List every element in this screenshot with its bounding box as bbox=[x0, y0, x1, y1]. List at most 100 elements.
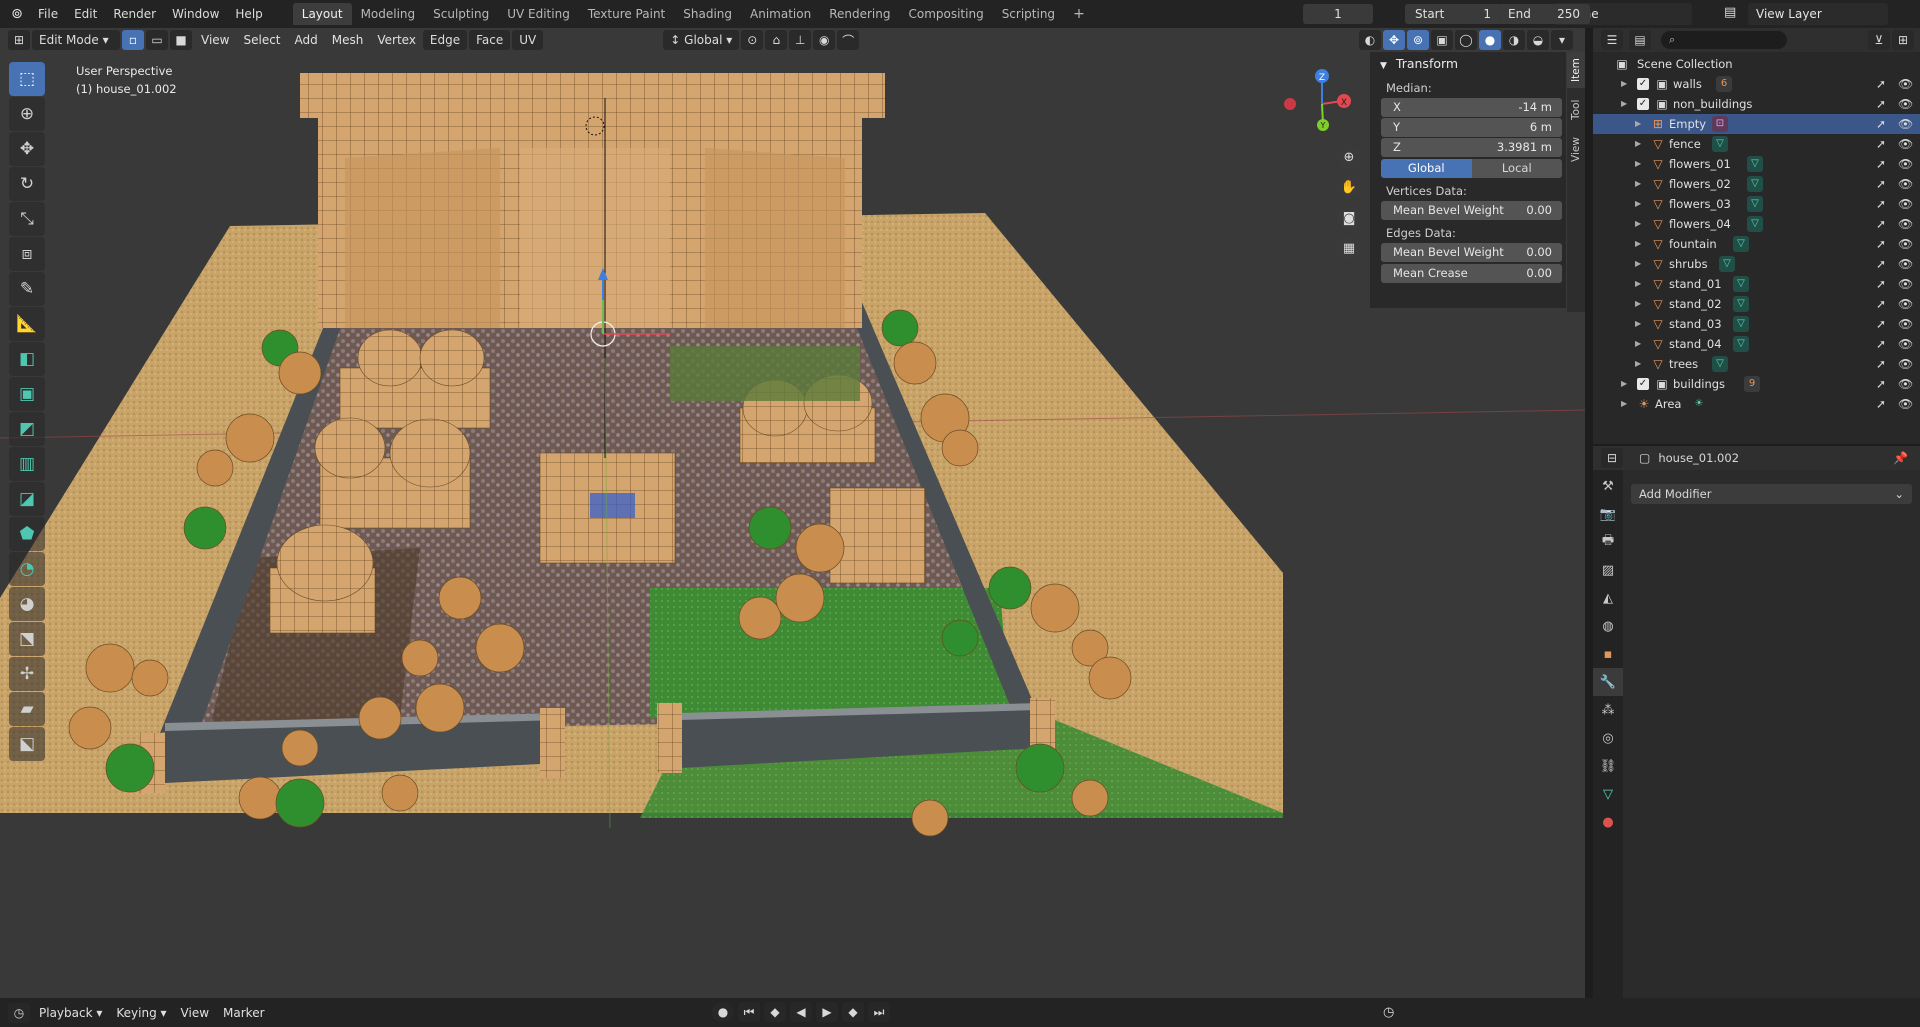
end-frame-field[interactable]: End 250 bbox=[1498, 4, 1590, 24]
start-frame-field[interactable]: Start 1 bbox=[1405, 4, 1501, 24]
outliner-row-flowers-02[interactable]: ▶ ▽ flowers_02 ▽ ➚ 👁 bbox=[1593, 174, 1920, 194]
transform-panel-header[interactable]: ▼ Transform bbox=[1370, 52, 1566, 76]
tab-layout[interactable]: Layout bbox=[292, 3, 352, 25]
outliner-row-empty[interactable]: ▶ ⊞ Empty ⊡ ➚ 👁 bbox=[1593, 114, 1920, 134]
expand-arrow-icon[interactable]: ▶ bbox=[1635, 334, 1641, 354]
mesh-data-icon[interactable]: ▽ bbox=[1593, 780, 1623, 808]
eye-icon[interactable]: 👁 bbox=[1898, 114, 1913, 134]
selectable-arrow-icon[interactable]: ➚ bbox=[1876, 354, 1886, 374]
eye-icon[interactable]: 👁 bbox=[1898, 154, 1913, 174]
eye-icon[interactable]: 👁 bbox=[1898, 294, 1913, 314]
expand-arrow-icon[interactable]: ▶ bbox=[1635, 274, 1641, 294]
particles-icon[interactable]: ⁂ bbox=[1593, 696, 1623, 724]
expand-arrow-icon[interactable]: ▶ bbox=[1635, 254, 1641, 274]
current-frame-field[interactable]: 1 bbox=[1303, 4, 1373, 24]
selectable-arrow-icon[interactable]: ➚ bbox=[1876, 114, 1886, 134]
eye-icon[interactable]: 👁 bbox=[1898, 94, 1913, 114]
selectable-arrow-icon[interactable]: ➚ bbox=[1876, 274, 1886, 294]
bevel-icon[interactable]: ◩ bbox=[9, 412, 45, 446]
outliner-row-flowers-03[interactable]: ▶ ▽ flowers_03 ▽ ➚ 👁 bbox=[1593, 194, 1920, 214]
proportional-edit-icon[interactable]: ◉ bbox=[813, 30, 836, 50]
menu-keying[interactable]: Keying ▾ bbox=[109, 1003, 173, 1023]
expand-arrow-icon[interactable]: ▶ bbox=[1635, 194, 1641, 214]
tab-view[interactable]: View bbox=[1567, 132, 1585, 168]
outliner-row-non-buildings[interactable]: ▶ ✓ ▣ non_buildings ➚ 👁 bbox=[1593, 94, 1920, 114]
outliner-row-stand-02[interactable]: ▶ ▽ stand_02 ▽ ➚ 👁 bbox=[1593, 294, 1920, 314]
tool-settings-icon[interactable]: ⚒ bbox=[1593, 472, 1623, 500]
expand-arrow-icon[interactable]: ▶ bbox=[1621, 74, 1627, 94]
properties-editor-icon[interactable]: ⊟ bbox=[1601, 448, 1623, 468]
eye-icon[interactable]: 👁 bbox=[1898, 394, 1913, 414]
menu-add[interactable]: Add bbox=[288, 30, 325, 50]
expand-arrow-icon[interactable]: ▶ bbox=[1621, 374, 1627, 394]
eye-icon[interactable]: 👁 bbox=[1898, 374, 1913, 394]
select-box-icon[interactable]: ⬚ bbox=[9, 62, 45, 96]
edge-slide-icon[interactable]: ⬔ bbox=[9, 622, 45, 656]
loop-cut-icon[interactable]: ▥ bbox=[9, 447, 45, 481]
view-layer-icon-tab[interactable]: ▨ bbox=[1593, 556, 1623, 584]
menu-vertex[interactable]: Vertex bbox=[370, 30, 423, 50]
spin-icon[interactable]: ◔ bbox=[9, 552, 45, 586]
outliner-row-fountain[interactable]: ▶ ▽ fountain ▽ ➚ 👁 bbox=[1593, 234, 1920, 254]
selectable-arrow-icon[interactable]: ➚ bbox=[1876, 334, 1886, 354]
rip-icon[interactable]: ⬕ bbox=[9, 727, 45, 761]
selectable-arrow-icon[interactable]: ➚ bbox=[1876, 74, 1886, 94]
menu-select[interactable]: Select bbox=[236, 30, 287, 50]
eye-icon[interactable]: 👁 bbox=[1898, 314, 1913, 334]
outliner-row-buildings[interactable]: ▶ ✓ ▣ buildings 9 ➚ 👁 bbox=[1593, 374, 1920, 394]
outliner-row-stand-01[interactable]: ▶ ▽ stand_01 ▽ ➚ 👁 bbox=[1593, 274, 1920, 294]
extrude-icon[interactable]: ◧ bbox=[9, 342, 45, 376]
inset-icon[interactable]: ▣ bbox=[9, 377, 45, 411]
menu-timeline-view[interactable]: View bbox=[174, 1003, 216, 1023]
vertex-select-icon[interactable]: ▫ bbox=[122, 30, 144, 50]
smooth-icon[interactable]: ◕ bbox=[9, 587, 45, 621]
outliner-row-flowers-01[interactable]: ▶ ▽ flowers_01 ▽ ➚ 👁 bbox=[1593, 154, 1920, 174]
scene-collection-row[interactable]: ▣ Scene Collection bbox=[1593, 54, 1920, 74]
display-mode-icon[interactable]: ▤ bbox=[1629, 30, 1651, 50]
filter-icon[interactable]: ⊻ bbox=[1868, 30, 1890, 50]
object-icon[interactable]: ▪ bbox=[1593, 640, 1623, 668]
annotate-icon[interactable]: ✎ bbox=[9, 272, 45, 306]
menu-file[interactable]: File bbox=[30, 2, 66, 26]
tab-item[interactable]: Item bbox=[1567, 52, 1585, 88]
eye-icon[interactable]: 👁 bbox=[1898, 194, 1913, 214]
output-icon[interactable]: 🖶 bbox=[1593, 528, 1623, 556]
shrink-fatten-icon[interactable]: ✢ bbox=[9, 657, 45, 691]
clock-icon[interactable]: ◷ bbox=[1383, 1005, 1394, 1020]
eye-icon[interactable]: 👁 bbox=[1898, 274, 1913, 294]
snap-icon[interactable]: ⌂ bbox=[765, 30, 788, 50]
menu-playback[interactable]: Playback ▾ bbox=[32, 1003, 109, 1023]
eye-icon[interactable]: 👁 bbox=[1898, 334, 1913, 354]
exclude-checkbox[interactable]: ✓ bbox=[1637, 98, 1649, 110]
render-icon[interactable]: 📷 bbox=[1593, 500, 1623, 528]
median-x-field[interactable]: X -14 m bbox=[1381, 98, 1562, 117]
eye-icon[interactable]: 👁 bbox=[1898, 354, 1913, 374]
menu-mesh[interactable]: Mesh bbox=[325, 30, 371, 50]
rendered-shading-icon[interactable]: ◒ bbox=[1527, 30, 1549, 50]
exclude-checkbox[interactable]: ✓ bbox=[1637, 78, 1649, 90]
outliner-search-input[interactable]: ⌕ bbox=[1661, 31, 1787, 49]
xray-icon[interactable]: ▣ bbox=[1431, 30, 1453, 50]
exclude-checkbox[interactable]: ✓ bbox=[1637, 378, 1649, 390]
cursor-icon[interactable]: ⊕ bbox=[9, 97, 45, 131]
eye-icon[interactable]: 👁 bbox=[1898, 254, 1913, 274]
transform-icon[interactable]: ⧈ bbox=[9, 237, 45, 271]
selectable-arrow-icon[interactable]: ➚ bbox=[1876, 194, 1886, 214]
outliner-row-trees[interactable]: ▶ ▽ trees ▽ ➚ 👁 bbox=[1593, 354, 1920, 374]
rotate-icon[interactable]: ↻ bbox=[9, 167, 45, 201]
jump-end-icon[interactable]: ⏭ bbox=[868, 1002, 890, 1022]
move-icon[interactable]: ✥ bbox=[9, 132, 45, 166]
outliner-row-fence[interactable]: ▶ ▽ fence ▽ ➚ 👁 bbox=[1593, 134, 1920, 154]
outliner-row-stand-04[interactable]: ▶ ▽ stand_04 ▽ ➚ 👁 bbox=[1593, 334, 1920, 354]
eye-icon[interactable]: 👁 bbox=[1898, 134, 1913, 154]
outliner-row-area[interactable]: ▶ ☀ Area ☀ ➚ 👁 bbox=[1593, 394, 1920, 414]
wireframe-shading-icon[interactable]: ◯ bbox=[1455, 30, 1477, 50]
modifier-wrench-icon[interactable]: 🔧 bbox=[1593, 668, 1623, 696]
prev-keyframe-icon[interactable]: ◆ bbox=[764, 1002, 786, 1022]
add-modifier-dropdown[interactable]: Add Modifier ⌄ bbox=[1631, 484, 1912, 504]
eye-icon[interactable]: 👁 bbox=[1898, 74, 1913, 94]
knife-icon[interactable]: ◪ bbox=[9, 482, 45, 516]
scene-icon-tab[interactable]: ◭ bbox=[1593, 584, 1623, 612]
expand-arrow-icon[interactable]: ▶ bbox=[1635, 174, 1641, 194]
eye-icon[interactable]: 👁 bbox=[1898, 174, 1913, 194]
